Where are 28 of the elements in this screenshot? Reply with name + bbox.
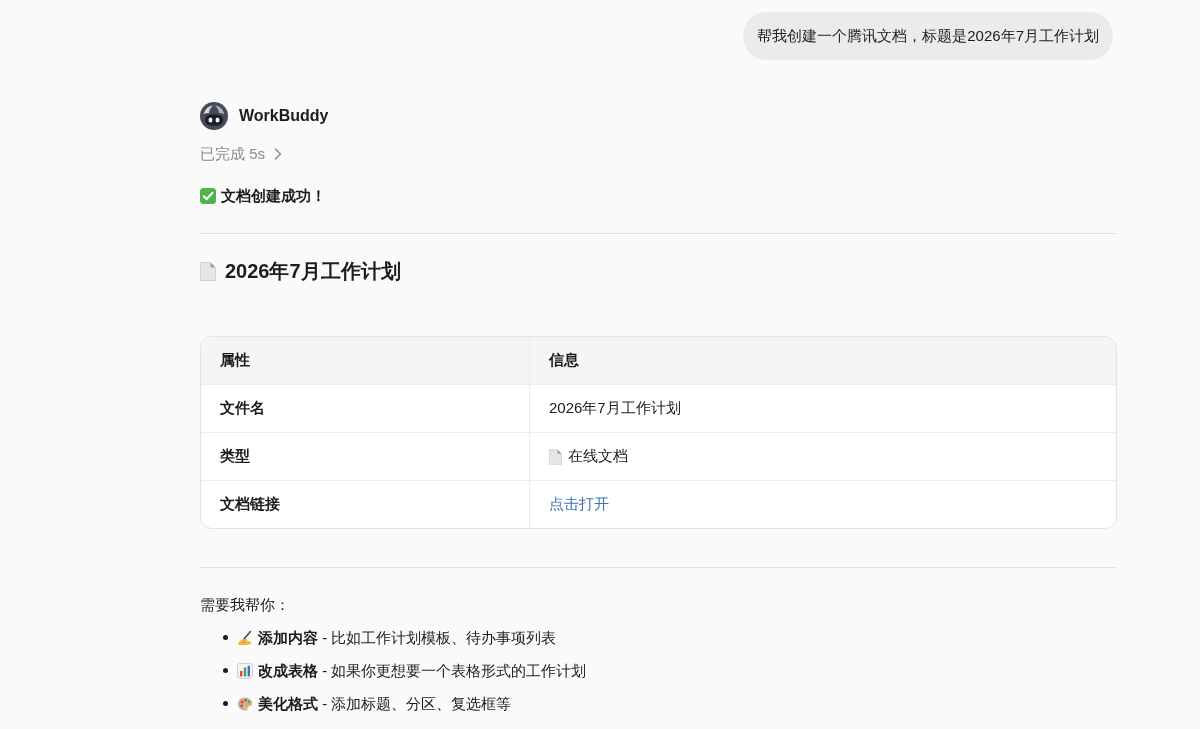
document-icon: [200, 261, 216, 281]
bullet-icon: [223, 668, 228, 673]
bullet-icon: [223, 701, 228, 706]
avatar-icon: [200, 102, 228, 130]
column-header: 属性: [220, 350, 250, 371]
intro-text: 需要我帮你：: [200, 595, 291, 615]
document-title: 2026年7月工作计划: [225, 259, 401, 284]
status-text: 已完成 5s: [200, 144, 265, 164]
suggestion-text: 改成表格 - 如果你更想要一个表格形式的工作计划: [258, 660, 587, 681]
table-cell-text: 2026年7月工作计划: [549, 398, 681, 419]
suggestion-text: 美化格式 - 添加标题、分区、复选框等: [258, 693, 512, 714]
table-cell-text: 在线文档: [568, 446, 628, 467]
bullet-icon: [223, 635, 228, 640]
writing-hand-icon: [237, 629, 253, 646]
agent-name: WorkBuddy: [239, 106, 329, 126]
row-label: 文档链接: [220, 494, 280, 515]
palette-icon: [237, 695, 253, 712]
bar-chart-icon: [237, 662, 253, 679]
column-header: 信息: [549, 350, 579, 371]
row-label: 文件名: [220, 398, 265, 419]
document-icon: [549, 448, 562, 465]
suggestion-text: 添加内容 - 比如工作计划模板、待办事项列表: [258, 627, 557, 648]
check-icon: [200, 188, 216, 204]
chevron-right-icon[interactable]: [274, 148, 282, 160]
row-label: 类型: [220, 446, 250, 467]
success-message: 文档创建成功！: [221, 186, 326, 206]
open-link[interactable]: 点击打开: [549, 493, 609, 516]
user-message: 帮我创建一个腾讯文档，标题是2026年7月工作计划: [743, 12, 1113, 60]
